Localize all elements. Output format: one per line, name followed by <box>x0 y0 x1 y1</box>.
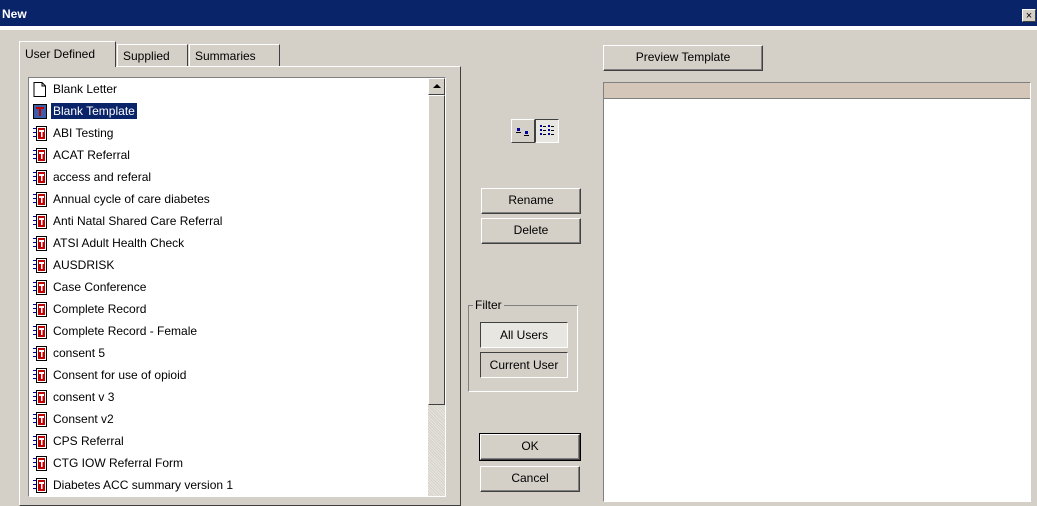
list-item-label: CPS Referral <box>53 434 124 448</box>
list-item-label: ABI Testing <box>53 126 114 140</box>
list-item-label: access and referal <box>53 170 152 184</box>
list-item[interactable]: Diabetes ACC summary version 1 <box>31 474 427 496</box>
tab-user-defined[interactable]: User Defined <box>19 41 116 67</box>
list-item-label: Case Conference <box>53 280 147 294</box>
filter-group: Filter All Users Current User <box>468 298 578 392</box>
form-template-icon <box>33 346 47 361</box>
vertical-scrollbar[interactable] <box>428 78 445 496</box>
list-item-label: Complete Record <box>53 302 147 316</box>
form-template-icon <box>33 192 47 207</box>
scroll-up-button[interactable] <box>428 78 445 95</box>
form-template-icon <box>33 170 47 185</box>
form-template-icon <box>33 324 47 339</box>
list-item-label: AUSDRISK <box>53 258 115 272</box>
filter-current-user[interactable]: Current User <box>480 352 568 378</box>
list-item-label: consent 5 <box>53 346 106 360</box>
list-item-label: Consent v2 <box>53 412 114 426</box>
list-item-label: Complete Record - Female <box>53 324 198 338</box>
form-template-icon <box>33 214 47 229</box>
arrow-up-icon <box>433 84 441 88</box>
list-item[interactable]: Blank Letter <box>31 78 427 100</box>
template-icon <box>33 104 47 119</box>
list-item[interactable]: Case Conference <box>31 276 427 298</box>
list-item[interactable]: Blank Template <box>31 100 427 122</box>
preview-template-button[interactable]: Preview Template <box>603 45 763 71</box>
small-icons-view-icon <box>516 128 529 136</box>
form-template-icon <box>33 434 47 449</box>
list-item-label: Blank Template <box>51 103 137 119</box>
window-title: New <box>2 7 27 21</box>
list-item[interactable]: CTG IOW Referral Form <box>31 452 427 474</box>
list-item-label: ACAT Referral <box>53 148 130 162</box>
list-item[interactable]: Complete Record - Female <box>31 320 427 342</box>
list-item[interactable]: access and referal <box>31 166 427 188</box>
list-view-button[interactable] <box>535 119 559 143</box>
filter-all-users[interactable]: All Users <box>480 322 568 348</box>
form-template-icon <box>33 258 47 273</box>
template-preview-pane <box>603 82 1031 502</box>
list-item[interactable]: ABI Testing <box>31 122 427 144</box>
form-template-icon <box>33 148 47 163</box>
list-item-label: Anti Natal Shared Care Referral <box>53 214 223 228</box>
form-template-icon <box>33 280 47 295</box>
list-item[interactable]: Annual cycle of care diabetes <box>31 188 427 210</box>
small-icons-view-button[interactable] <box>511 119 535 143</box>
list-item[interactable]: ACAT Referral <box>31 144 427 166</box>
form-template-icon <box>33 368 47 383</box>
filter-legend: Filter <box>473 298 504 312</box>
view-toggle <box>511 119 559 143</box>
document-icon <box>33 82 47 97</box>
tab-summaries[interactable]: Summaries <box>189 44 280 66</box>
template-list-items: Blank Letter Blank Template ABI Testing ACA… <box>31 78 427 496</box>
ok-button[interactable]: OK <box>479 433 581 461</box>
title-separator <box>0 26 1037 30</box>
list-item[interactable]: consent v 3 <box>31 386 427 408</box>
list-item-label: Consent for use of opioid <box>53 368 187 382</box>
close-button[interactable]: × <box>1022 9 1036 22</box>
list-item[interactable]: Consent v2 <box>31 408 427 430</box>
list-item-label: consent v 3 <box>53 390 115 404</box>
list-item[interactable]: consent 5 <box>31 342 427 364</box>
preview-header-bar <box>604 83 1030 99</box>
list-item[interactable]: Complete Record <box>31 298 427 320</box>
list-item[interactable]: ATSI Adult Health Check <box>31 232 427 254</box>
form-template-icon <box>33 302 47 317</box>
list-item[interactable]: Consent for use of opioid <box>31 364 427 386</box>
template-list[interactable]: Blank Letter Blank Template ABI Testing ACA… <box>28 77 446 497</box>
form-template-icon <box>33 390 47 405</box>
list-item-label: ATSI Adult Health Check <box>53 236 185 250</box>
delete-button[interactable]: Delete <box>481 218 581 244</box>
scroll-thumb[interactable] <box>428 95 445 405</box>
tab-supplied[interactable]: Supplied <box>117 44 188 66</box>
list-item[interactable]: Anti Natal Shared Care Referral <box>31 210 427 232</box>
list-item[interactable]: CPS Referral <box>31 430 427 452</box>
list-item[interactable]: AUSDRISK <box>31 254 427 276</box>
form-template-icon <box>33 456 47 471</box>
form-template-icon <box>33 126 47 141</box>
cancel-button[interactable]: Cancel <box>480 466 580 492</box>
list-item-label: Blank Letter <box>53 82 118 96</box>
form-template-icon <box>33 236 47 251</box>
list-item-label: Annual cycle of care diabetes <box>53 192 210 206</box>
list-view-icon <box>540 125 554 135</box>
rename-button[interactable]: Rename <box>481 188 581 214</box>
title-bar: New × <box>0 0 1037 26</box>
list-item-label: CTG IOW Referral Form <box>53 456 184 470</box>
form-template-icon <box>33 412 47 427</box>
